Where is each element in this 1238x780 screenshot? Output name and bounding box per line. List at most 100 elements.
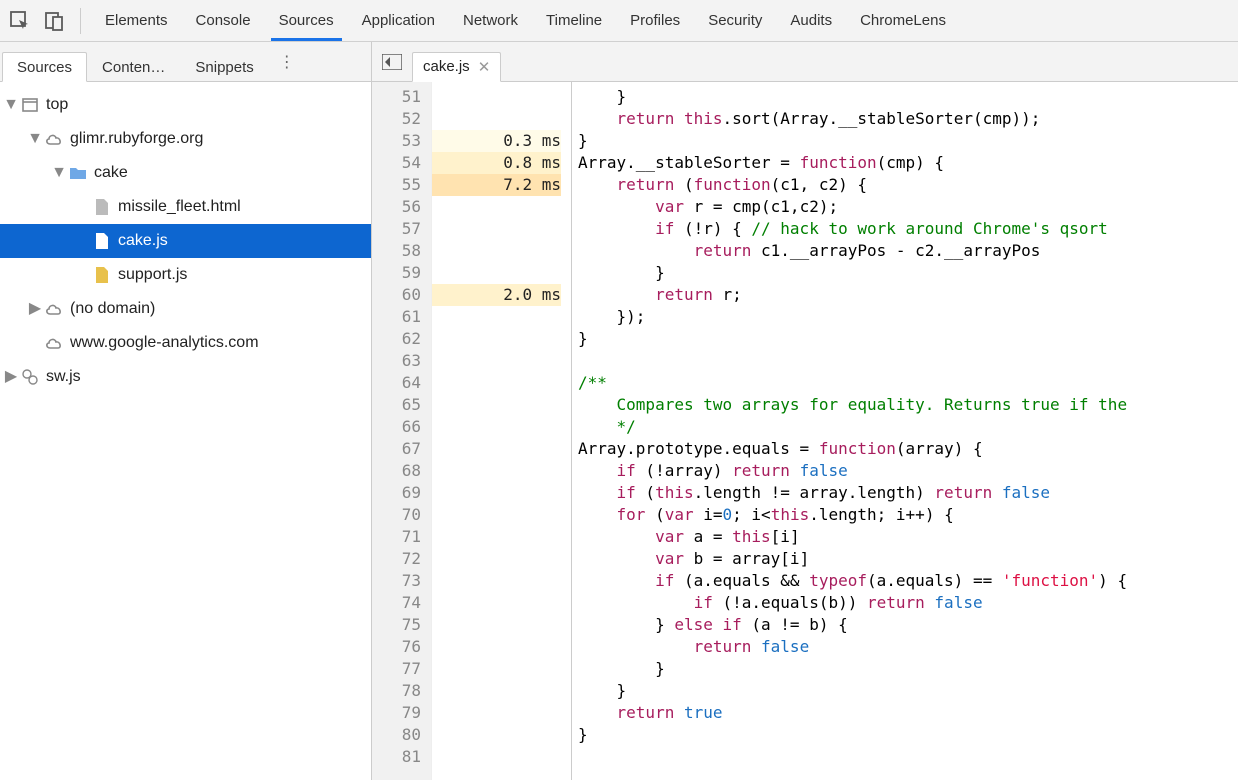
line-number[interactable]: 68 [372,460,421,482]
tree-item-missile-fleet-html[interactable]: missile_fleet.html [0,190,371,224]
line-number[interactable]: 57 [372,218,421,240]
line-number[interactable]: 78 [372,680,421,702]
code-line[interactable] [578,746,1238,768]
code-line[interactable]: for (var i=0; i<this.length; i++) { [578,504,1238,526]
code-line[interactable]: return r; [578,284,1238,306]
line-number[interactable]: 61 [372,306,421,328]
file-icon [92,197,112,217]
line-number[interactable]: 64 [372,372,421,394]
code-line[interactable]: Compares two arrays for equality. Return… [578,394,1238,416]
line-number[interactable]: 66 [372,416,421,438]
code-line[interactable]: if (!r) { // hack to work around Chrome'… [578,218,1238,240]
line-number[interactable]: 74 [372,592,421,614]
line-number[interactable]: 54 [372,152,421,174]
code-line[interactable]: return true [578,702,1238,724]
tree-item-glimr-rubyforge-org[interactable]: ▼glimr.rubyforge.org [0,122,371,156]
code-line[interactable]: */ [578,416,1238,438]
code-line[interactable]: if (a.equals && typeof(a.equals) == 'fun… [578,570,1238,592]
code-line[interactable]: } [578,724,1238,746]
line-number[interactable]: 63 [372,350,421,372]
tree-item-support-js[interactable]: support.js [0,258,371,292]
code-line[interactable]: return (function(c1, c2) { [578,174,1238,196]
panel-tab-network[interactable]: Network [449,0,532,41]
panel-tab-profiles[interactable]: Profiles [616,0,694,41]
line-number[interactable]: 76 [372,636,421,658]
code-line[interactable]: } [578,86,1238,108]
line-number[interactable]: 77 [372,658,421,680]
device-toggle-icon[interactable] [42,9,66,33]
line-number[interactable]: 53 [372,130,421,152]
line-number[interactable]: 79 [372,702,421,724]
panel-tab-timeline[interactable]: Timeline [532,0,616,41]
line-number[interactable]: 69 [372,482,421,504]
code-line[interactable] [578,350,1238,372]
panel-tab-elements[interactable]: Elements [91,0,182,41]
line-number[interactable]: 59 [372,262,421,284]
line-number[interactable]: 70 [372,504,421,526]
line-number[interactable]: 65 [372,394,421,416]
code-line[interactable]: } [578,680,1238,702]
expand-icon[interactable]: ▼ [28,132,42,146]
line-number[interactable]: 71 [372,526,421,548]
code-line[interactable]: return false [578,636,1238,658]
panel-tab-sources[interactable]: Sources [265,0,348,41]
line-number[interactable]: 56 [372,196,421,218]
tree-item-www-google-analytics-com[interactable]: www.google-analytics.com [0,326,371,360]
expand-icon[interactable]: ▼ [52,166,66,180]
navigator-tab-conten[interactable]: Conten… [87,52,180,82]
code-line[interactable]: } [578,328,1238,350]
navigator-tab-snippets[interactable]: Snippets [180,52,268,82]
tree-item-sw-js[interactable]: ▶sw.js [0,360,371,394]
code-line[interactable]: Array.__stableSorter = function(cmp) { [578,152,1238,174]
code-line[interactable]: return this.sort(Array.__stableSorter(cm… [578,108,1238,130]
timing-value [432,196,561,218]
panel-tab-security[interactable]: Security [694,0,776,41]
expand-icon[interactable]: ▶ [4,370,18,384]
expand-icon[interactable]: ▶ [28,302,42,316]
code-line[interactable]: Array.prototype.equals = function(array)… [578,438,1238,460]
line-number[interactable]: 52 [372,108,421,130]
line-number[interactable]: 72 [372,548,421,570]
timing-value [432,548,561,570]
line-number[interactable]: 60 [372,284,421,306]
line-number[interactable]: 81 [372,746,421,768]
overflow-menu-icon[interactable]: ⋮ [269,52,305,72]
source-code[interactable]: } return this.sort(Array.__stableSorter(… [572,82,1238,780]
line-number[interactable]: 73 [372,570,421,592]
line-number[interactable]: 80 [372,724,421,746]
code-line[interactable]: } else if (a != b) { [578,614,1238,636]
code-line[interactable]: var b = array[i] [578,548,1238,570]
code-line[interactable]: } [578,658,1238,680]
tree-item--no-domain-[interactable]: ▶(no domain) [0,292,371,326]
line-number[interactable]: 67 [372,438,421,460]
code-line[interactable]: /** [578,372,1238,394]
code-line[interactable]: } [578,262,1238,284]
close-tab-icon[interactable]: ✕ [478,58,491,76]
expand-icon[interactable]: ▼ [4,98,18,112]
file-navigator-toggle-icon[interactable] [378,48,406,76]
tree-item-cake[interactable]: ▼cake [0,156,371,190]
line-number[interactable]: 51 [372,86,421,108]
panel-tab-chromelens[interactable]: ChromeLens [846,0,960,41]
navigator-tab-sources[interactable]: Sources [2,52,87,82]
panel-tab-application[interactable]: Application [348,0,449,41]
code-line[interactable]: if (this.length != array.length) return … [578,482,1238,504]
code-line[interactable]: var a = this[i] [578,526,1238,548]
code-line[interactable]: if (!a.equals(b)) return false [578,592,1238,614]
code-line[interactable]: return c1.__arrayPos - c2.__arrayPos [578,240,1238,262]
tree-item-cake-js[interactable]: cake.js [0,224,371,258]
line-number[interactable]: 58 [372,240,421,262]
code-line[interactable]: if (!array) return false [578,460,1238,482]
tree-item-top[interactable]: ▼top [0,88,371,122]
inspect-element-icon[interactable] [8,9,32,33]
code-line[interactable]: } [578,130,1238,152]
editor-file-tab[interactable]: cake.js ✕ [412,52,501,82]
code-line[interactable]: }); [578,306,1238,328]
panel-tab-audits[interactable]: Audits [776,0,846,41]
line-number[interactable]: 55 [372,174,421,196]
line-number[interactable]: 62 [372,328,421,350]
line-number[interactable]: 75 [372,614,421,636]
panel-tab-console[interactable]: Console [182,0,265,41]
code-editor[interactable]: 5152535455565758596061626364656667686970… [372,82,1238,780]
code-line[interactable]: var r = cmp(c1,c2); [578,196,1238,218]
